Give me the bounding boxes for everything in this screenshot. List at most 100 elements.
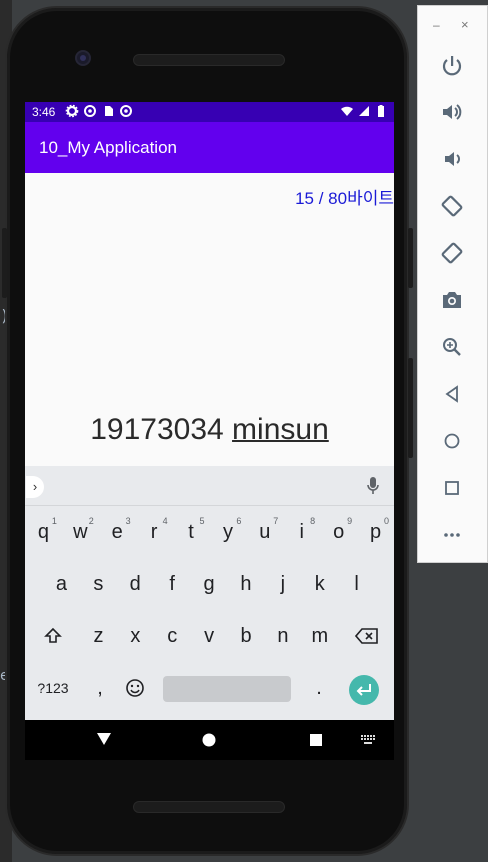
rotate-right-icon[interactable] (440, 241, 464, 265)
key-label: y (222, 521, 233, 543)
keyboard-row-2: asdfghjkl (25, 558, 394, 610)
key-j[interactable]: j (264, 558, 301, 610)
key-hint: 7 (273, 516, 279, 526)
key-q[interactable]: q1 (25, 506, 62, 558)
key-label: o (333, 521, 345, 543)
expand-toolbar-icon[interactable]: › (26, 476, 44, 498)
back-nav-icon[interactable] (96, 732, 112, 746)
key-n[interactable]: n (265, 610, 302, 662)
key-hint: 4 (162, 516, 168, 526)
key-d[interactable]: d (117, 558, 154, 610)
power-icon[interactable] (440, 54, 464, 78)
back-icon[interactable] (440, 382, 464, 406)
symbols-key[interactable]: ?123 (33, 662, 73, 714)
bottom-speaker (133, 801, 285, 813)
emulator-toolbar: – × (417, 5, 488, 563)
key-h[interactable]: h (228, 558, 265, 610)
key-label: t (188, 521, 194, 543)
key-z[interactable]: z (80, 610, 117, 662)
phone-side-button (2, 228, 7, 298)
key-i[interactable]: i8 (283, 506, 320, 558)
key-o[interactable]: o9 (320, 506, 357, 558)
enter-icon (356, 684, 371, 696)
microphone-icon[interactable] (366, 476, 380, 496)
front-camera (75, 50, 91, 66)
key-hint: 1 (51, 516, 57, 526)
keyboard-row-1: q1w2e3r4t5y6u7i8o9p0 (25, 506, 394, 558)
minimize-button[interactable]: – (433, 18, 440, 32)
key-label: w (73, 521, 88, 543)
phone-power-button (408, 228, 413, 288)
emoji-key[interactable] (121, 662, 149, 714)
main-content: 15 / 80바이트 19173034 minsun (25, 173, 394, 466)
camera-icon[interactable] (440, 288, 464, 312)
key-label: i (299, 521, 304, 543)
backspace-icon (354, 628, 378, 644)
key-c[interactable]: c (154, 610, 191, 662)
key-v[interactable]: v (191, 610, 228, 662)
app-bar: 10_My Application (25, 122, 394, 173)
key-p[interactable]: p0 (357, 506, 394, 558)
navigation-bar (25, 720, 394, 760)
wifi-icon (341, 106, 353, 116)
key-l[interactable]: l (338, 558, 375, 610)
enter-key[interactable] (349, 675, 379, 705)
overview-icon[interactable] (440, 476, 464, 500)
key-u[interactable]: u7 (246, 506, 283, 558)
soft-keyboard: › q1w2e3r4t5y6u7i8o9p0 asdfghjkl zxcvbnm… (25, 466, 394, 720)
key-label: r (150, 521, 158, 543)
sd-card-icon (105, 106, 113, 116)
battery-icon (378, 105, 384, 117)
key-w[interactable]: w2 (62, 506, 99, 558)
recents-nav-icon[interactable] (309, 733, 323, 747)
key-x[interactable]: x (117, 610, 154, 662)
key-label: u (259, 521, 271, 543)
volume-up-icon[interactable] (440, 100, 464, 124)
key-g[interactable]: g (191, 558, 228, 610)
key-r[interactable]: r4 (136, 506, 173, 558)
key-a[interactable]: a (43, 558, 80, 610)
close-button[interactable]: × (461, 17, 469, 32)
status-bar: 3:46 (25, 102, 394, 122)
volume-down-icon[interactable] (440, 147, 464, 171)
signal-icon (359, 106, 369, 116)
key-label: e (111, 521, 123, 543)
key-label: q (37, 521, 49, 543)
more-icon[interactable] (440, 523, 464, 547)
key-t[interactable]: t5 (173, 506, 210, 558)
sync-icon-2 (120, 105, 132, 117)
key-e[interactable]: e3 (99, 506, 136, 558)
key-hint: 2 (88, 516, 94, 526)
text-input[interactable]: 19173034 minsun (25, 413, 394, 447)
key-k[interactable]: k (301, 558, 338, 610)
key-b[interactable]: b (228, 610, 265, 662)
keyboard-row-3: zxcvbnm (25, 610, 394, 662)
key-s[interactable]: s (80, 558, 117, 610)
shift-key[interactable] (35, 610, 71, 662)
keyboard-switch-icon[interactable] (361, 735, 377, 745)
key-hint: 8 (310, 516, 316, 526)
home-icon[interactable] (440, 429, 464, 453)
period-key[interactable]: . (307, 662, 331, 714)
rotate-left-icon[interactable] (440, 194, 464, 218)
zoom-icon[interactable] (440, 335, 464, 359)
backspace-key[interactable] (349, 610, 385, 662)
app-title: 10_My Application (39, 138, 177, 157)
keyboard-suggestion-strip: › (25, 466, 394, 506)
key-f[interactable]: f (154, 558, 191, 610)
key-hint: 6 (236, 516, 242, 526)
top-speaker (133, 54, 285, 66)
home-nav-icon[interactable] (202, 733, 216, 747)
key-m[interactable]: m (301, 610, 338, 662)
settings-icon (65, 104, 79, 118)
composing-word: minsun (232, 413, 329, 446)
sync-icon (84, 105, 96, 117)
space-bar[interactable] (163, 676, 291, 702)
phone-volume-button (408, 358, 413, 458)
key-hint: 0 (383, 516, 389, 526)
phone-frame: 3:46 10_My Application 15 / 80바이트 191730… (2, 6, 413, 856)
key-hint: 9 (347, 516, 353, 526)
comma-key[interactable]: , (88, 662, 112, 714)
emoji-icon (126, 679, 144, 697)
key-y[interactable]: y6 (210, 506, 247, 558)
